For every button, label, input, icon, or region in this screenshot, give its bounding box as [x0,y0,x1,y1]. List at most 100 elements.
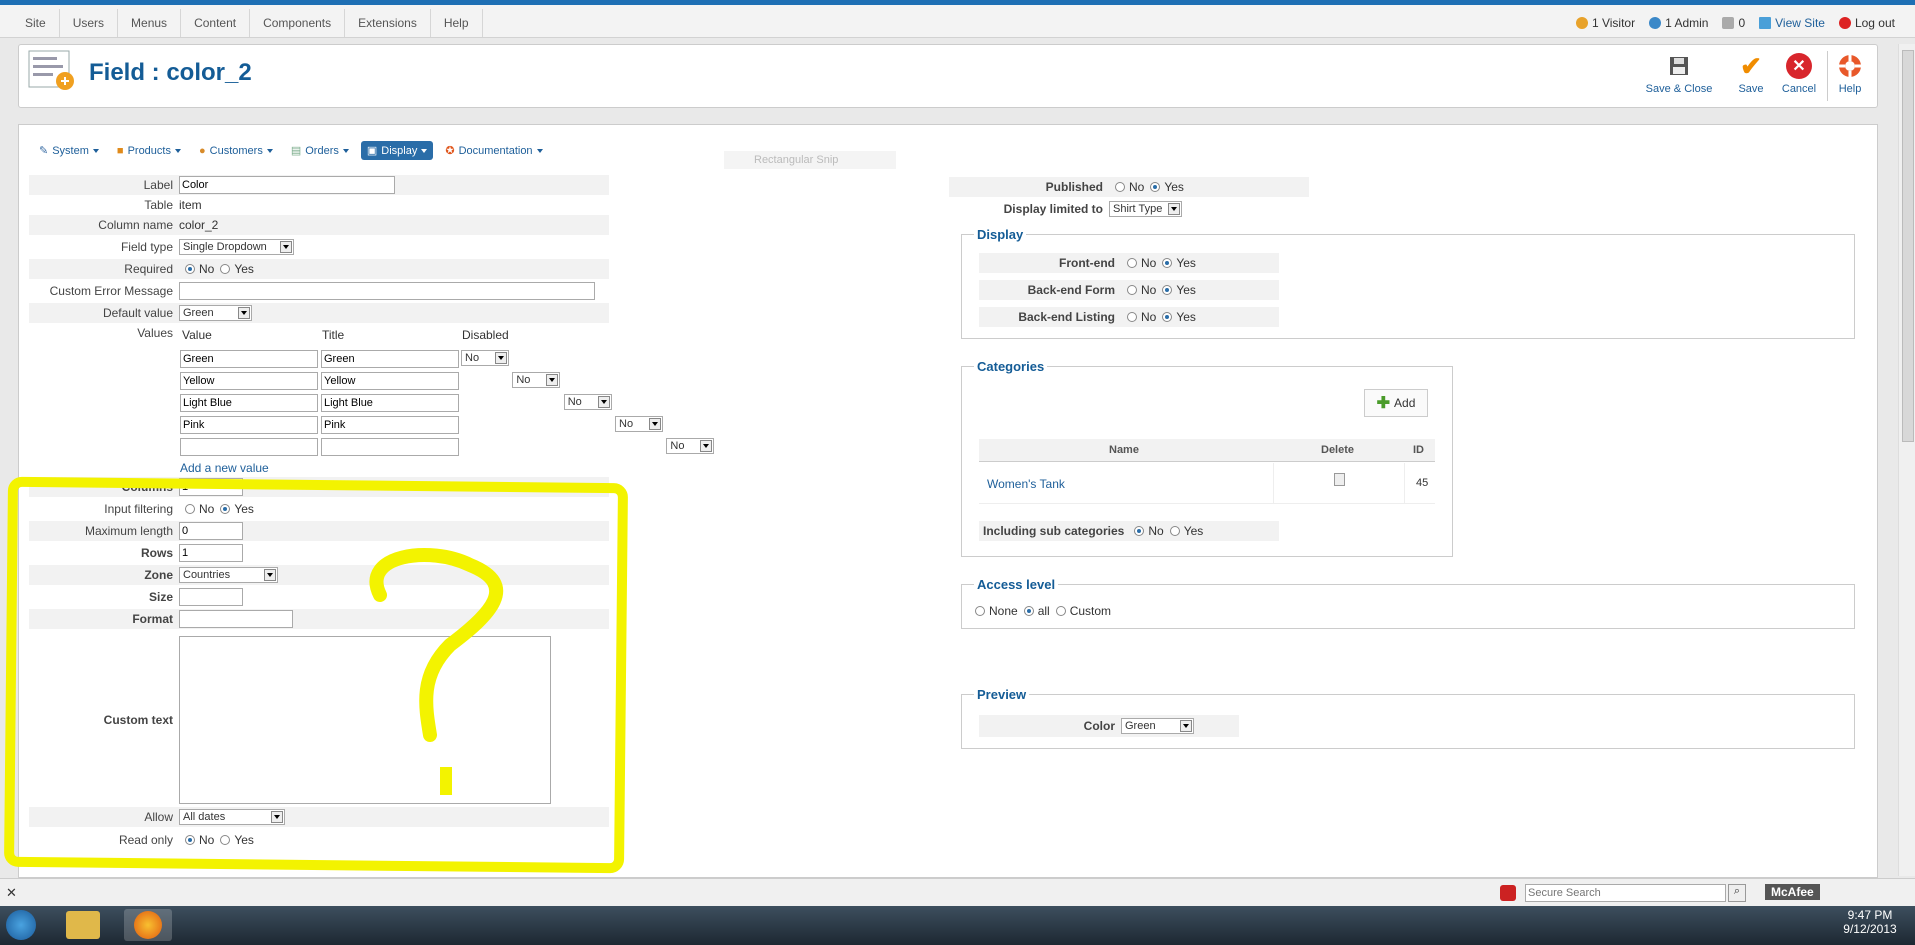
including-sub-yes-radio[interactable] [1169,526,1180,536]
start-button[interactable] [6,910,36,940]
chevron-down-icon [700,440,713,452]
chevron-down-icon [238,307,250,319]
messages-status[interactable]: 0 [1722,9,1745,37]
back-end-form-no-radio[interactable] [1127,285,1137,295]
back-end-listing-yes-radio[interactable] [1162,312,1173,322]
back-end-listing-no-radio[interactable] [1127,312,1137,322]
shield-icon [1500,885,1516,901]
access-custom-radio[interactable] [1055,606,1066,616]
title-input[interactable] [321,394,459,412]
menu-menus[interactable]: Menus [118,9,182,37]
access-level-row: None all Custom [969,601,1269,621]
value-input[interactable] [180,438,318,456]
label-input[interactable] [179,176,395,194]
back-end-form-yes-radio[interactable] [1162,285,1173,295]
admins-status[interactable]: 1 Admin [1649,9,1708,37]
back-end-form-row: Back-end Form No Yes [979,280,1279,300]
back-end-listing-row: Back-end Listing No Yes [979,307,1279,327]
disabled-select[interactable]: No [666,438,715,454]
help-button[interactable]: Help [1833,53,1867,95]
firefox-taskbar-button[interactable] [124,909,172,941]
nav-customers[interactable]: ● Customers [193,141,279,160]
display-limited-select[interactable]: Shirt Type [1109,201,1182,217]
value-input[interactable] [180,416,318,434]
values-label-cell: Values [137,326,173,340]
access-all-radio[interactable] [1023,606,1034,616]
admin-icon [1649,17,1662,29]
title-input[interactable] [321,350,459,368]
default-value-select[interactable]: Green [179,305,252,321]
including-sub-row: Including sub categories No Yes [979,521,1279,541]
add-category-button[interactable]: ✚ Add [1364,389,1428,417]
close-icon[interactable]: ✕ [6,885,17,901]
trash-icon[interactable] [1334,473,1345,486]
front-end-no-radio[interactable] [1127,258,1137,268]
orders-icon: ▤ [290,145,302,157]
value-input[interactable] [180,372,318,390]
cancel-icon: ✕ [1786,53,1812,79]
visitors-status[interactable]: 1 Visitor [1575,9,1635,37]
scrollbar-thumb[interactable] [1902,50,1914,442]
table-row: Table item [144,198,202,212]
value-input[interactable] [180,394,318,412]
menu-extensions[interactable]: Extensions [345,9,431,37]
nav-display[interactable]: ▣ Display [360,141,434,160]
including-sub-no-radio[interactable] [1134,526,1145,536]
preview-row: Color Green [979,715,1239,737]
value-input[interactable] [180,350,318,368]
save-button[interactable]: ✔ Save [1731,50,1771,96]
custom-error-row: Custom Error Message [29,281,609,301]
admin-menu-bar: Site Users Menus Content Components Exte… [0,0,1915,38]
view-site-link[interactable]: View Site [1759,9,1825,37]
status-area: 1 Visitor 1 Admin 0 View Site Log out [1575,9,1895,37]
menu-content[interactable]: Content [181,9,251,37]
access-none-radio[interactable] [975,606,985,616]
explorer-icon[interactable] [66,911,100,939]
chevron-down-icon [1180,720,1192,732]
clock[interactable]: 9:47 PM 9/12/2013 [1840,908,1900,936]
title-input[interactable] [321,438,459,456]
required-no-radio[interactable] [185,264,195,274]
required-row: Required No Yes [29,259,609,280]
menu-users[interactable]: Users [60,9,119,37]
required-yes-radio[interactable] [220,264,231,274]
custom-error-input[interactable] [179,282,595,300]
logout-icon [1838,17,1851,29]
disabled-select[interactable]: No [461,350,509,366]
published-yes-radio[interactable] [1150,182,1161,192]
menu-site[interactable]: Site [12,9,60,37]
menu-help[interactable]: Help [431,9,483,37]
message-icon [1722,17,1735,29]
disabled-select[interactable]: No [563,394,612,410]
disabled-select[interactable]: No [512,372,561,388]
nav-orders[interactable]: ▤ Orders [285,141,355,160]
box-icon: ■ [116,144,124,157]
published-no-radio[interactable] [1115,182,1125,192]
chevron-down-icon [1168,203,1180,215]
field-type-select[interactable]: Single Dropdown [179,239,294,255]
check-icon: ✔ [1740,50,1762,81]
chevron-down-icon [280,241,292,253]
cancel-button[interactable]: ✕ Cancel [1777,53,1821,95]
search-input[interactable] [1525,884,1726,902]
nav-documentation[interactable]: ✪ Documentation [439,141,548,160]
add-new-value-link[interactable]: Add a new value [180,461,269,475]
mcafee-badge[interactable]: McAfee [1765,884,1820,900]
menu-components[interactable]: Components [250,9,346,37]
page-scrollbar[interactable] [1898,44,1915,876]
column-name-row: Column name color_2 [29,215,609,236]
disabled-select[interactable]: No [615,416,664,432]
save-close-button[interactable]: Save & Close [1644,53,1714,95]
logout-link[interactable]: Log out [1838,9,1895,37]
firefox-icon [134,911,162,939]
nav-system[interactable]: ✎ System [33,141,105,160]
title-input[interactable] [321,416,459,434]
preview-color-select[interactable]: Green [1121,718,1194,734]
category-name-link[interactable]: Women's Tank [987,477,1065,491]
nav-products[interactable]: ■ Products [111,141,187,160]
search-icon[interactable]: ⌕ [1728,884,1746,902]
lifebuoy-icon [1837,53,1863,79]
front-end-yes-radio[interactable] [1162,258,1173,268]
title-input[interactable] [321,372,459,390]
question-mark-annotation [369,548,504,795]
